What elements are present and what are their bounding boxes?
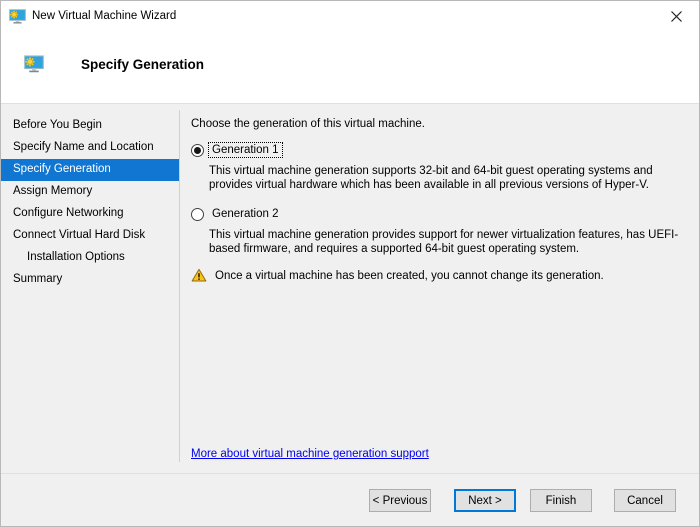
warning-text: Once a virtual machine has been created,… <box>215 270 604 282</box>
app-icon <box>9 8 26 25</box>
titlebar: New Virtual Machine Wizard <box>1 1 699 31</box>
sidebar-item-specify-name-and-location[interactable]: Specify Name and Location <box>1 137 179 159</box>
generation-1-option[interactable]: Generation 1 <box>191 143 687 157</box>
sidebar-item-connect-virtual-hard-disk[interactable]: Connect Virtual Hard Disk <box>1 225 179 247</box>
wizard-page-icon <box>24 54 44 74</box>
generation-warning: Once a virtual machine has been created,… <box>191 268 687 283</box>
sidebar-item-specify-generation[interactable]: Specify Generation <box>1 159 179 181</box>
close-button[interactable] <box>653 1 699 31</box>
wizard-page-content: Choose the generation of this virtual ma… <box>180 104 699 473</box>
page-instruction: Choose the generation of this virtual ma… <box>191 118 687 130</box>
previous-button[interactable]: < Previous <box>369 489 431 512</box>
header-banner: Specify Generation <box>1 31 699 104</box>
finish-button[interactable]: Finish <box>530 489 592 512</box>
next-button[interactable]: Next > <box>454 489 516 512</box>
sidebar-item-before-you-begin[interactable]: Before You Begin <box>1 115 179 137</box>
page-title: Specify Generation <box>81 57 204 72</box>
wizard-steps-sidebar: Before You Begin Specify Name and Locati… <box>1 110 180 462</box>
sidebar-item-assign-memory[interactable]: Assign Memory <box>1 181 179 203</box>
cancel-button[interactable]: Cancel <box>614 489 676 512</box>
generation-1-radio[interactable] <box>191 144 204 157</box>
generation-2-description: This virtual machine generation provides… <box>209 229 687 256</box>
warning-icon <box>191 268 207 283</box>
window-title: New Virtual Machine Wizard <box>32 10 176 22</box>
generation-2-option[interactable]: Generation 2 <box>191 207 687 221</box>
wizard-window: New Virtual Machine Wizard Specify Gener… <box>0 0 700 527</box>
wizard-footer: < Previous Next > Finish Cancel <box>1 473 699 527</box>
wizard-body: Before You Begin Specify Name and Locati… <box>1 104 699 473</box>
close-icon <box>671 11 682 22</box>
sidebar-item-installation-options[interactable]: Installation Options <box>1 247 179 269</box>
more-about-generation-link[interactable]: More about virtual machine generation su… <box>191 448 429 460</box>
generation-1-description: This virtual machine generation supports… <box>209 165 687 192</box>
sidebar-item-configure-networking[interactable]: Configure Networking <box>1 203 179 225</box>
generation-2-label[interactable]: Generation 2 <box>209 207 282 221</box>
generation-1-label[interactable]: Generation 1 <box>209 143 282 157</box>
sidebar-item-summary[interactable]: Summary <box>1 269 179 291</box>
generation-2-radio[interactable] <box>191 208 204 221</box>
